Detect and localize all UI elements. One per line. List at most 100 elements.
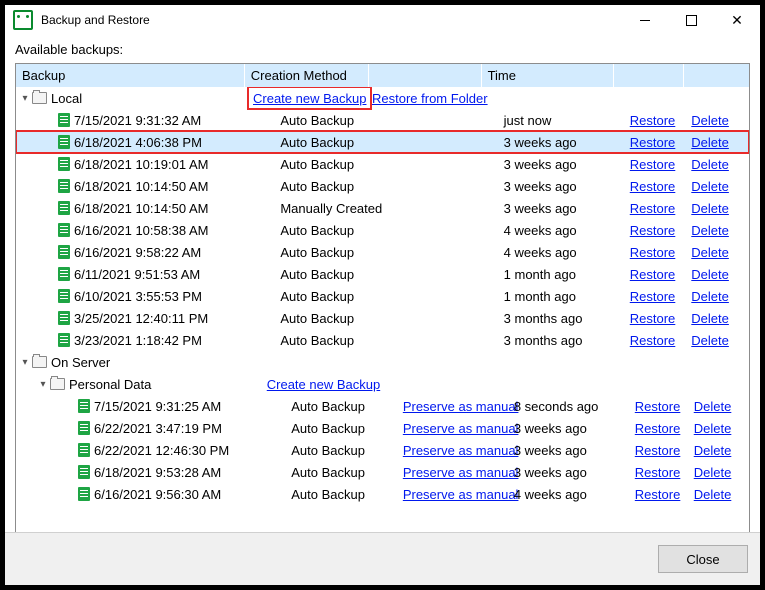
maximize-button[interactable] (668, 5, 714, 35)
expander-icon[interactable]: ▾ (20, 357, 30, 368)
folder-icon (32, 356, 47, 368)
backup-row[interactable]: 7/15/2021 9:31:32 AMAuto Backupjust nowR… (16, 109, 749, 131)
backup-row[interactable]: 6/18/2021 10:14:50 AMAuto Backup3 weeks … (16, 175, 749, 197)
backup-method: Auto Backup (274, 333, 394, 348)
backup-row[interactable]: 6/11/2021 9:51:53 AMAuto Backup1 month a… (16, 263, 749, 285)
titlebar: Backup and Restore ✕ (5, 5, 760, 36)
restore-from-folder-link[interactable]: Restore from Folder (372, 91, 488, 106)
restore-link[interactable]: Restore (630, 201, 676, 216)
create-backup-link[interactable]: Create new Backup (267, 377, 380, 392)
backup-file-icon (78, 487, 90, 501)
backup-row[interactable]: 3/25/2021 12:40:11 PMAuto Backup3 months… (16, 307, 749, 329)
restore-link[interactable]: Restore (630, 157, 676, 172)
delete-link[interactable]: Delete (691, 201, 729, 216)
grid-body[interactable]: ▾LocalCreate new BackupRestore from Fold… (16, 87, 749, 532)
delete-link[interactable]: Delete (691, 113, 729, 128)
restore-link[interactable]: Restore (630, 245, 676, 260)
restore-link[interactable]: Restore (630, 223, 676, 238)
restore-link[interactable]: Restore (630, 333, 676, 348)
restore-link[interactable]: Restore (630, 113, 676, 128)
window-title: Backup and Restore (41, 13, 150, 27)
app-icon (13, 10, 33, 30)
restore-link[interactable]: Restore (635, 399, 681, 414)
close-window-button[interactable]: ✕ (714, 5, 760, 35)
delete-link[interactable]: Delete (691, 157, 729, 172)
backup-row[interactable]: 6/18/2021 4:06:38 PMAuto Backup3 weeks a… (16, 131, 749, 153)
delete-link[interactable]: Delete (691, 223, 729, 238)
restore-link[interactable]: Restore (630, 311, 676, 326)
backup-row[interactable]: 6/18/2021 10:14:50 AMManually Created3 w… (16, 197, 749, 219)
backup-time: 3 weeks ago (510, 465, 631, 480)
group-server[interactable]: ▾On Server (16, 351, 749, 373)
expander-icon[interactable]: ▾ (38, 379, 48, 390)
backup-time: just now (500, 113, 626, 128)
backup-method: Auto Backup (274, 267, 394, 282)
backup-timestamp: 6/16/2021 10:58:38 AM (74, 223, 208, 238)
available-backups-label: Available backups: (15, 42, 760, 57)
header-restore[interactable] (614, 64, 684, 87)
delete-link[interactable]: Delete (691, 311, 729, 326)
header-time[interactable]: Time (482, 64, 614, 87)
delete-link[interactable]: Delete (691, 267, 729, 282)
backup-timestamp: 6/10/2021 3:55:53 PM (74, 289, 202, 304)
restore-link[interactable]: Restore (630, 135, 676, 150)
backup-time: 4 weeks ago (510, 487, 631, 502)
delete-link[interactable]: Delete (691, 135, 729, 150)
backup-time: 4 weeks ago (500, 223, 626, 238)
delete-link[interactable]: Delete (694, 421, 732, 436)
backup-row[interactable]: 6/16/2021 9:58:22 AMAuto Backup4 weeks a… (16, 241, 749, 263)
backup-timestamp: 3/25/2021 12:40:11 PM (74, 311, 208, 326)
backup-time: 3 weeks ago (500, 179, 626, 194)
minimize-button[interactable] (622, 5, 668, 35)
delete-link[interactable]: Delete (691, 333, 729, 348)
backup-file-icon (58, 289, 70, 303)
group-label: Personal Data (69, 377, 151, 392)
backup-time: 3 months ago (500, 311, 626, 326)
backup-method: Auto Backup (274, 113, 394, 128)
delete-link[interactable]: Delete (694, 465, 732, 480)
create-backup-link[interactable]: Create new Backup (253, 91, 366, 106)
expander-icon[interactable]: ▾ (20, 93, 30, 104)
restore-link[interactable]: Restore (635, 487, 681, 502)
restore-link[interactable]: Restore (630, 289, 676, 304)
backup-row[interactable]: 6/22/2021 12:46:30 PMAuto BackupPreserve… (16, 439, 749, 461)
backup-time: 1 month ago (500, 267, 626, 282)
restore-link[interactable]: Restore (635, 465, 681, 480)
backup-method: Auto Backup (285, 465, 401, 480)
backup-row[interactable]: 6/16/2021 10:58:38 AMAuto Backup4 weeks … (16, 219, 749, 241)
delete-link[interactable]: Delete (694, 443, 732, 458)
backup-row[interactable]: 6/18/2021 10:19:01 AMAuto Backup3 weeks … (16, 153, 749, 175)
preserve-link[interactable]: Preserve as manual (403, 443, 519, 458)
header-method[interactable]: Creation Method (245, 64, 369, 87)
backup-row[interactable]: 6/22/2021 3:47:19 PMAuto BackupPreserve … (16, 417, 749, 439)
header-delete[interactable] (684, 64, 749, 87)
preserve-link[interactable]: Preserve as manual (403, 421, 519, 436)
backup-row[interactable]: 6/10/2021 3:55:53 PMAuto Backup1 month a… (16, 285, 749, 307)
group-local[interactable]: ▾LocalCreate new BackupRestore from Fold… (16, 87, 749, 109)
backup-file-icon (58, 333, 70, 347)
close-button[interactable]: Close (658, 545, 748, 573)
restore-link[interactable]: Restore (630, 267, 676, 282)
backup-file-icon (78, 443, 90, 457)
delete-link[interactable]: Delete (691, 245, 729, 260)
backup-row[interactable]: 6/16/2021 9:56:30 AMAuto BackupPreserve … (16, 483, 749, 505)
header-preserve[interactable] (369, 64, 481, 87)
backup-method: Auto Backup (285, 443, 401, 458)
backup-row[interactable]: 3/23/2021 1:18:42 PMAuto Backup3 months … (16, 329, 749, 351)
preserve-link[interactable]: Preserve as manual (403, 399, 519, 414)
delete-link[interactable]: Delete (691, 289, 729, 304)
preserve-link[interactable]: Preserve as manual (403, 487, 519, 502)
group-personal-data[interactable]: ▾ Personal Data Create new Backup (16, 373, 749, 395)
delete-link[interactable]: Delete (694, 399, 732, 414)
delete-link[interactable]: Delete (694, 487, 732, 502)
delete-link[interactable]: Delete (691, 179, 729, 194)
preserve-link[interactable]: Preserve as manual (403, 465, 519, 480)
backup-timestamp: 6/18/2021 10:19:01 AM (74, 157, 208, 172)
header-backup[interactable]: Backup (16, 64, 245, 87)
backup-row[interactable]: 7/15/2021 9:31:25 AMAuto BackupPreserve … (16, 395, 749, 417)
backup-timestamp: 6/22/2021 3:47:19 PM (94, 421, 222, 436)
restore-link[interactable]: Restore (630, 179, 676, 194)
backup-row[interactable]: 6/18/2021 9:53:28 AMAuto BackupPreserve … (16, 461, 749, 483)
restore-link[interactable]: Restore (635, 443, 681, 458)
restore-link[interactable]: Restore (635, 421, 681, 436)
